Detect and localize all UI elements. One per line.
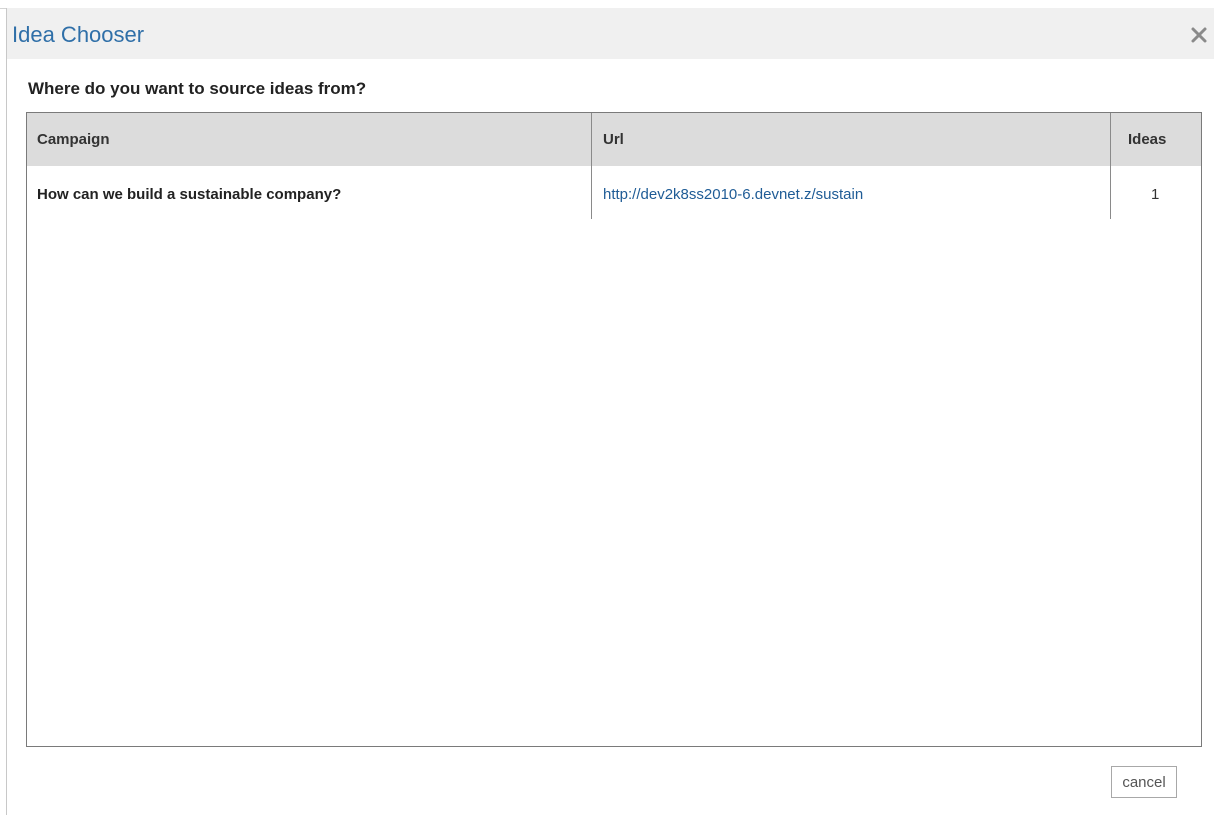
source-prompt: Where do you want to source ideas from? [28, 79, 367, 98]
dialog-header: Idea Chooser [7, 8, 1214, 59]
idea-chooser-dialog: Idea Chooser Where do you want to source… [7, 8, 1214, 815]
close-icon[interactable] [1188, 24, 1210, 46]
campaign-table: Campaign Url Ideas How can we build a su… [26, 112, 1202, 747]
column-divider [591, 113, 592, 219]
ideas-count: 1 [1151, 186, 1160, 203]
column-divider [1110, 113, 1111, 219]
column-header-campaign[interactable]: Campaign [37, 131, 110, 148]
cancel-button[interactable]: cancel [1111, 766, 1177, 798]
url-link[interactable]: http://dev2k8ss2010-6.devnet.z/sustain [603, 186, 863, 203]
column-header-url[interactable]: Url [603, 131, 624, 148]
table-header: Campaign Url Ideas [27, 113, 1201, 166]
column-header-ideas[interactable]: Ideas [1128, 131, 1166, 148]
campaign-cell: How can we build a sustainable company? [37, 186, 342, 203]
dialog-title: Idea Chooser [12, 22, 145, 47]
